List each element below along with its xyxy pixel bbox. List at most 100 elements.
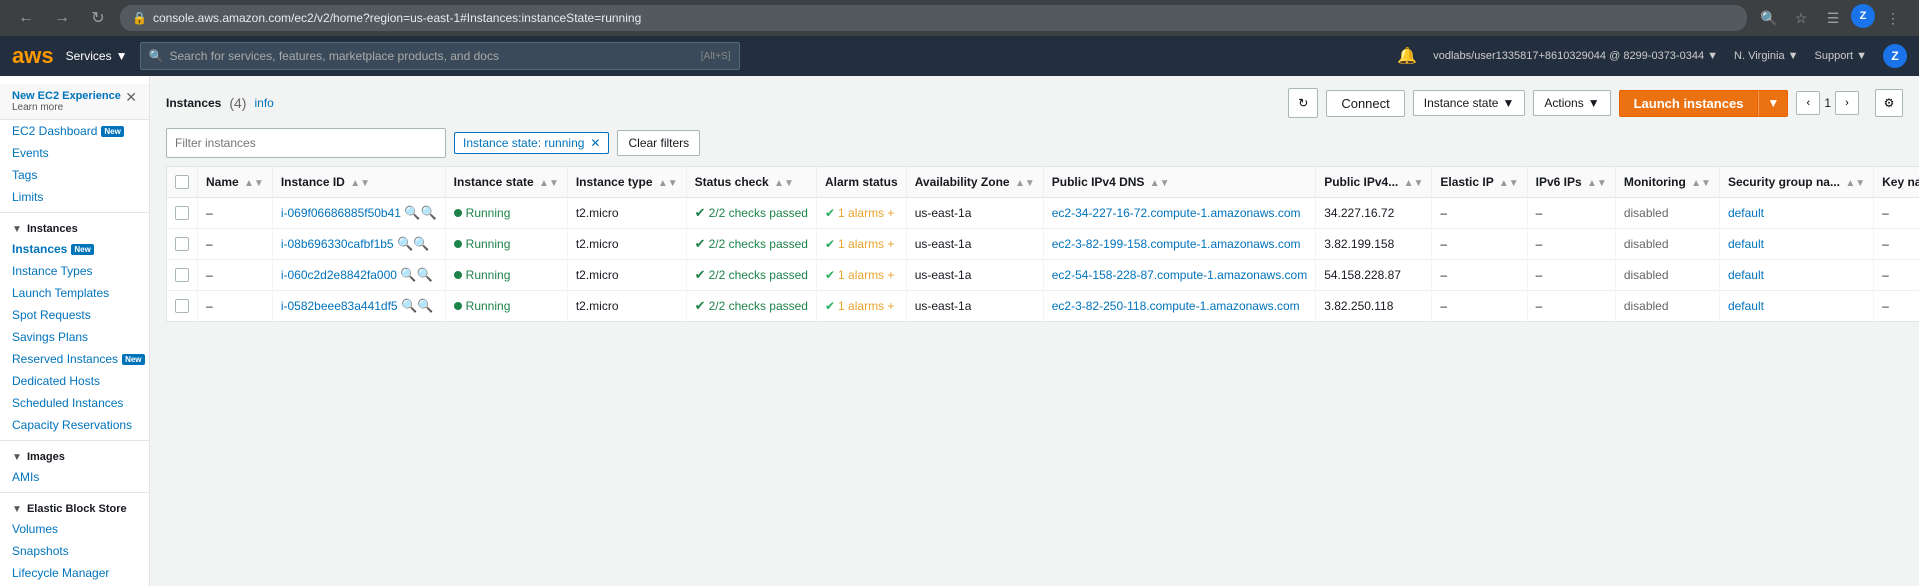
row-alarm-0[interactable]: ✔ 1 alarms + bbox=[816, 198, 906, 229]
sg-link-0[interactable]: default bbox=[1728, 206, 1764, 220]
refresh-button[interactable]: ↻ bbox=[1288, 88, 1318, 118]
table-settings-button[interactable]: ⚙ bbox=[1875, 89, 1903, 117]
instance-id-link-1[interactable]: i-08b696330cafbf1b5 bbox=[281, 237, 394, 251]
filter-search-input[interactable] bbox=[166, 128, 446, 158]
reload-button[interactable]: ↻ bbox=[84, 4, 112, 32]
alarm-icon-3: ✔ bbox=[825, 299, 835, 313]
sg-link-3[interactable]: default bbox=[1728, 299, 1764, 313]
instance-id-link-0[interactable]: i-069f06686885f50b41 bbox=[281, 206, 401, 220]
forward-button[interactable]: → bbox=[48, 4, 76, 32]
sidebar-item-lifecycle-manager[interactable]: Lifecycle Manager bbox=[0, 562, 149, 584]
row-sg-1: default bbox=[1719, 229, 1873, 260]
sidebar-item-ec2-dashboard[interactable]: EC2 Dashboard New bbox=[0, 120, 149, 142]
sidebar-label-savings-plans: Savings Plans bbox=[12, 330, 88, 344]
header-actions: ↻ Connect Instance state ▼ Actions ▼ Lau… bbox=[1288, 88, 1903, 118]
alarm-tag-3[interactable]: ✔ 1 alarms + bbox=[825, 299, 894, 313]
back-button[interactable]: ← bbox=[12, 4, 40, 32]
menu-btn[interactable]: ⋮ bbox=[1879, 4, 1907, 32]
row-elastic-ip-3: – bbox=[1432, 291, 1527, 322]
row-checkbox-3[interactable] bbox=[167, 291, 198, 322]
history-btn[interactable]: ☰ bbox=[1819, 4, 1847, 32]
browser-user-avatar: Z bbox=[1851, 4, 1875, 28]
row-id-2: i-060c2d2e8842fa000 🔍🔍 bbox=[272, 260, 445, 291]
row-public-ip-3: 3.82.250.118 bbox=[1316, 291, 1432, 322]
dns-link-1[interactable]: ec2-3-82-199-158.compute-1.amazonaws.com bbox=[1052, 237, 1301, 251]
sidebar-item-tags[interactable]: Tags bbox=[0, 164, 149, 186]
row-public-ip-1: 3.82.199.158 bbox=[1316, 229, 1432, 260]
row-alarm-3[interactable]: ✔ 1 alarms + bbox=[816, 291, 906, 322]
user-info[interactable]: vodlabs/user1335817+8610329044 @ 8299-03… bbox=[1433, 50, 1718, 62]
sidebar-item-instances[interactable]: Instances New bbox=[0, 238, 149, 260]
row-alarm-2[interactable]: ✔ 1 alarms + bbox=[816, 260, 906, 291]
page-title-group: Instances (4) info bbox=[166, 95, 274, 111]
instance-state-dropdown[interactable]: Instance state ▼ bbox=[1413, 90, 1526, 116]
section-ebs[interactable]: ▼ Elastic Block Store bbox=[0, 497, 149, 518]
info-link[interactable]: info bbox=[254, 96, 273, 110]
support-menu[interactable]: Support ▼ bbox=[1815, 50, 1867, 62]
row-checkbox-0[interactable] bbox=[167, 198, 198, 229]
sidebar-item-instance-types[interactable]: Instance Types bbox=[0, 260, 149, 282]
actions-dropdown[interactable]: Actions ▼ bbox=[1533, 90, 1610, 116]
row-select-1[interactable] bbox=[175, 237, 189, 251]
row-checkbox-2[interactable] bbox=[167, 260, 198, 291]
sidebar-label-limits: Limits bbox=[12, 190, 43, 204]
search-icons-1: 🔍🔍 bbox=[397, 236, 429, 252]
row-select-3[interactable] bbox=[175, 299, 189, 313]
alarm-icon-2: ✔ bbox=[825, 268, 835, 282]
launch-instances-dropdown[interactable]: ▼ bbox=[1758, 90, 1788, 117]
sidebar-item-volumes[interactable]: Volumes bbox=[0, 518, 149, 540]
sg-link-1[interactable]: default bbox=[1728, 237, 1764, 251]
instance-id-link-2[interactable]: i-060c2d2e8842fa000 bbox=[281, 268, 397, 282]
dns-link-0[interactable]: ec2-34-227-16-72.compute-1.amazonaws.com bbox=[1052, 206, 1301, 220]
sidebar-item-events[interactable]: Events bbox=[0, 142, 149, 164]
instance-id-link-3[interactable]: i-0582beee83a441df5 bbox=[281, 299, 398, 313]
row-ipv6-1: – bbox=[1527, 229, 1615, 260]
filter-remove-icon[interactable]: ✕ bbox=[590, 136, 600, 150]
sidebar-item-reserved-instances[interactable]: Reserved Instances New bbox=[0, 348, 149, 370]
new-experience-title[interactable]: New EC2 Experience bbox=[12, 90, 121, 102]
running-badge-0: Running bbox=[454, 206, 511, 220]
dns-link-2[interactable]: ec2-54-158-228-87.compute-1.amazonaws.co… bbox=[1052, 268, 1307, 282]
connect-button[interactable]: Connect bbox=[1326, 90, 1404, 117]
dns-link-3[interactable]: ec2-3-82-250-118.compute-1.amazonaws.com bbox=[1052, 299, 1300, 313]
new-experience-subtitle[interactable]: Learn more bbox=[12, 102, 121, 113]
sidebar-item-spot-requests[interactable]: Spot Requests bbox=[0, 304, 149, 326]
row-ipv6-3: – bbox=[1527, 291, 1615, 322]
services-button[interactable]: Services ▼ bbox=[66, 49, 128, 63]
sidebar-item-launch-templates[interactable]: Launch Templates bbox=[0, 282, 149, 304]
sidebar-item-amis[interactable]: AMIs bbox=[0, 466, 149, 488]
sidebar-item-capacity-reservations[interactable]: Capacity Reservations bbox=[0, 414, 149, 436]
divider-3 bbox=[0, 492, 149, 493]
aws-search-bar[interactable]: 🔍 Search for services, features, marketp… bbox=[140, 42, 740, 70]
select-all-checkbox[interactable] bbox=[175, 175, 189, 189]
bookmark-btn[interactable]: ☆ bbox=[1787, 4, 1815, 32]
row-monitoring-2: disabled bbox=[1615, 260, 1719, 291]
clear-filters-button[interactable]: Clear filters bbox=[617, 130, 700, 156]
row-select-2[interactable] bbox=[175, 268, 189, 282]
active-filter-tag[interactable]: Instance state: running ✕ bbox=[454, 132, 609, 154]
row-select-0[interactable] bbox=[175, 206, 189, 220]
search-browser-btn[interactable]: 🔍 bbox=[1755, 4, 1783, 32]
section-images[interactable]: ▼ Images bbox=[0, 445, 149, 466]
address-bar[interactable]: 🔒 console.aws.amazon.com/ec2/v2/home?reg… bbox=[120, 5, 1747, 31]
region-selector[interactable]: N. Virginia ▼ bbox=[1734, 50, 1799, 62]
sidebar-item-limits[interactable]: Limits bbox=[0, 186, 149, 208]
sidebar-item-snapshots[interactable]: Snapshots bbox=[0, 540, 149, 562]
alarm-tag-0[interactable]: ✔ 1 alarms + bbox=[825, 206, 894, 220]
sidebar-item-dedicated-hosts[interactable]: Dedicated Hosts bbox=[0, 370, 149, 392]
row-alarm-1[interactable]: ✔ 1 alarms + bbox=[816, 229, 906, 260]
row-checkbox-1[interactable] bbox=[167, 229, 198, 260]
alarm-tag-1[interactable]: ✔ 1 alarms + bbox=[825, 237, 894, 251]
prev-page-button[interactable]: ‹ bbox=[1796, 91, 1820, 115]
next-page-button[interactable]: › bbox=[1835, 91, 1859, 115]
launch-instances-button[interactable]: Launch instances bbox=[1619, 90, 1759, 117]
sidebar-item-savings-plans[interactable]: Savings Plans bbox=[0, 326, 149, 348]
row-monitoring-1: disabled bbox=[1615, 229, 1719, 260]
sidebar-item-scheduled-instances[interactable]: Scheduled Instances bbox=[0, 392, 149, 414]
row-type-0: t2.micro bbox=[567, 198, 686, 229]
settings-icon: ⚙ bbox=[1884, 96, 1895, 110]
alarm-tag-2[interactable]: ✔ 1 alarms + bbox=[825, 268, 894, 282]
close-banner-button[interactable]: ✕ bbox=[125, 90, 137, 104]
section-instances[interactable]: ▼ Instances bbox=[0, 217, 149, 238]
sg-link-2[interactable]: default bbox=[1728, 268, 1764, 282]
